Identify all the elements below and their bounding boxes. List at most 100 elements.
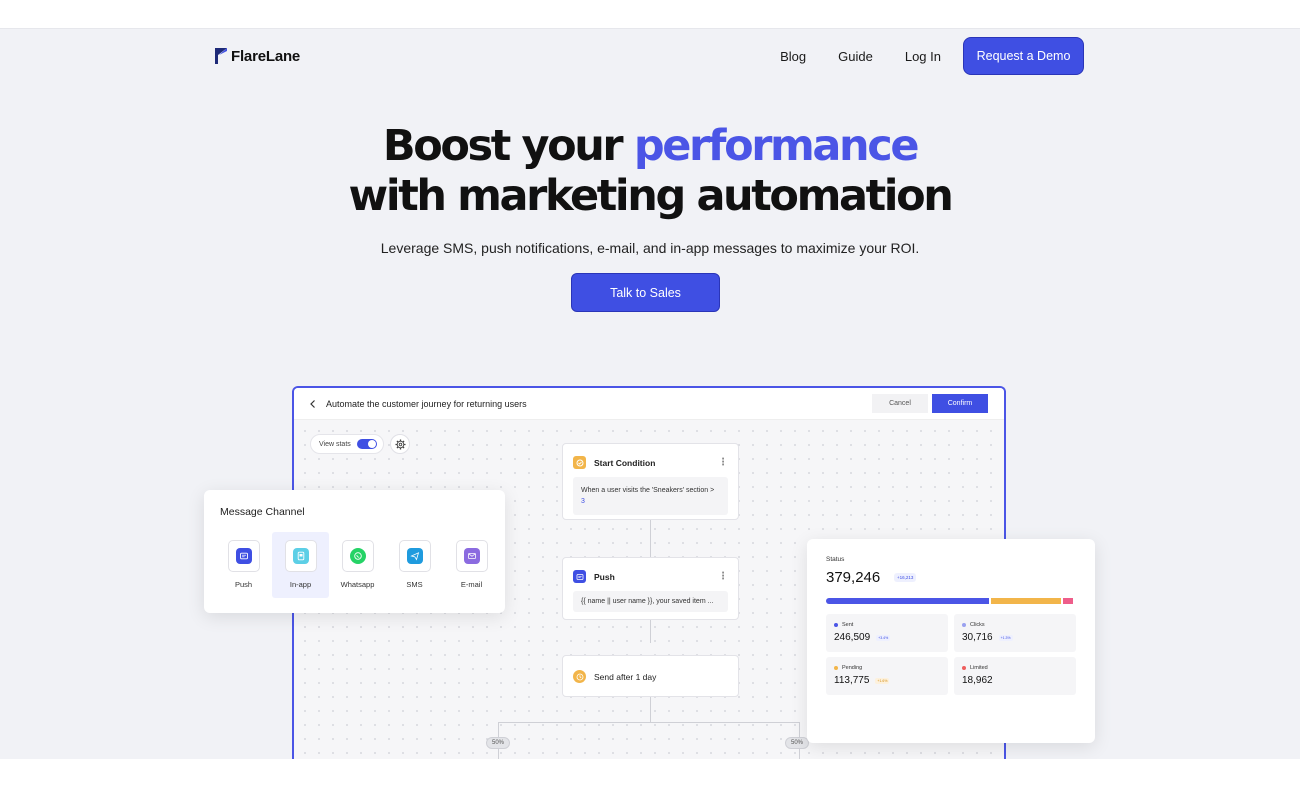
nav-link-blog[interactable]: Blog [780,49,806,64]
connector-line [650,519,651,559]
back-chevron-icon[interactable] [308,399,318,409]
stat-value: 246,509 [834,632,871,643]
hero-subtitle: Leverage SMS, push notifications, e-mail… [380,240,920,256]
stat-sent: Sent 246,509 +3.4% [826,614,948,652]
stat-delta: +1.3% [998,634,1013,641]
settings-button[interactable] [390,434,410,454]
nav-link-login[interactable]: Log In [905,49,941,64]
channel-list: Push In-app Whatsapp SMS E-mail [215,532,500,598]
stat-name: Pending [842,665,863,671]
delay-node[interactable]: Send after 1 day [562,655,739,697]
hero-title-accent: performance [633,121,920,171]
clock-icon [573,670,586,683]
start-condition-text: When a user visits the 'Sneakers' sectio… [581,487,715,494]
message-channel-card: Message Channel Push In-app Whatsapp SMS… [204,490,505,613]
hero-title-line2: with marketing automation [348,171,954,221]
stat-limited: Limited 18,962 [954,657,1076,695]
journey-actions: Cancel Confirm [872,394,988,413]
cancel-button[interactable]: Cancel [872,394,928,413]
in-app-icon [292,548,309,564]
connector-line [498,722,799,723]
stat-clicks: Clicks 30,716 +1.3% [954,614,1076,652]
stat-dot [962,666,966,670]
confirm-button[interactable]: Confirm [932,394,988,413]
journey-builder-header: Automate the customer journey for return… [294,388,1004,420]
journey-title: Automate the customer journey for return… [326,398,527,409]
more-options-icon[interactable]: ⋮ [718,571,728,581]
node-header: Start Condition ⋮ [563,444,738,469]
hero-title: Boost your performance with marketing au… [0,121,1300,221]
more-options-icon[interactable]: ⋮ [718,457,728,467]
channel-label: Push [234,580,253,589]
stat-name: Clicks [970,622,985,628]
channel-sms[interactable]: SMS [386,532,443,598]
request-demo-button[interactable]: Request a Demo [963,37,1084,75]
stat-value: 18,962 [962,675,993,686]
sms-icon [406,548,423,564]
logo[interactable]: FlareLane [215,48,300,65]
stat-delta: +1.6% [875,677,890,684]
flarelane-logo-icon [215,48,227,64]
node-body: When a user visits the 'Sneakers' sectio… [573,477,728,515]
stat-value: 30,716 [962,632,993,643]
channel-label: SMS [406,580,423,589]
channel-email[interactable]: E-mail [443,532,500,598]
status-card: Status 379,246 +16,213 Sent 246,509 +3.4%… [807,539,1095,743]
hero-section: FlareLane Blog Guide Log In Request a De… [0,28,1300,759]
logo-text: FlareLane [231,47,301,65]
split-percentage-right: 50% [785,737,809,749]
channel-label: Whatsapp [340,580,375,589]
stat-dot [962,623,966,627]
start-condition-icon [573,456,586,469]
whatsapp-icon [349,548,366,564]
message-channel-title: Message Channel [220,506,305,518]
node-title: Send after 1 day [594,671,657,682]
start-condition-link[interactable]: 3 [581,498,585,505]
connector-line [650,618,651,643]
stat-value: 113,775 [834,675,870,686]
channel-icon-box [227,540,260,572]
top-nav: FlareLane Blog Guide Log In Request a De… [215,37,1084,75]
view-stats-label: View stats [319,440,351,448]
email-icon [463,548,480,564]
push-icon [573,570,586,583]
channel-label: In-app [289,580,312,589]
push-icon [235,548,252,564]
channel-push[interactable]: Push [215,532,272,598]
channel-icon-box [455,540,488,572]
nav-links: Blog Guide Log In Request a Demo [780,37,1084,75]
node-title: Push [594,571,615,582]
stat-name: Sent [842,622,854,628]
gear-icon [394,438,406,450]
push-node[interactable]: Push ⋮ {{ name || user name }}, your sav… [562,557,739,620]
toggle-switch[interactable] [356,439,377,449]
stat-dot [834,666,838,670]
channel-whatsapp[interactable]: Whatsapp [329,532,386,598]
status-label: Status [826,556,845,563]
stat-name: Limited [970,665,988,671]
push-message-preview: {{ name || user name }}, your saved item… [573,591,728,612]
node-title: Start Condition [594,457,656,468]
channel-label: E-mail [460,580,483,589]
talk-to-sales-button[interactable]: Talk to Sales [571,273,720,312]
stat-dot [834,623,838,627]
view-stats-toggle[interactable]: View stats [310,434,384,454]
channel-icon-box [398,540,431,572]
node-header: Send after 1 day [563,656,738,683]
status-bar-segment-limited [1062,598,1073,604]
split-percentage-left: 50% [486,737,510,749]
start-condition-node[interactable]: Start Condition ⋮ When a user visits the… [562,443,739,520]
status-bar-segment-sent [826,598,989,604]
node-header: Push ⋮ [563,558,738,583]
nav-link-guide[interactable]: Guide [838,49,873,64]
channel-in-app[interactable]: In-app [272,532,329,598]
status-delta-badge: +16,213 [894,573,917,582]
channel-icon-box [341,540,374,572]
hero-title-part1: Boost your [382,121,634,171]
status-total: 379,246 [826,569,881,586]
stat-pending: Pending 113,775 +1.6% [826,657,948,695]
channel-icon-box [284,540,317,572]
status-progress-bar [826,598,1076,604]
stat-delta [999,680,1003,682]
status-bar-segment-pending [990,598,1061,604]
